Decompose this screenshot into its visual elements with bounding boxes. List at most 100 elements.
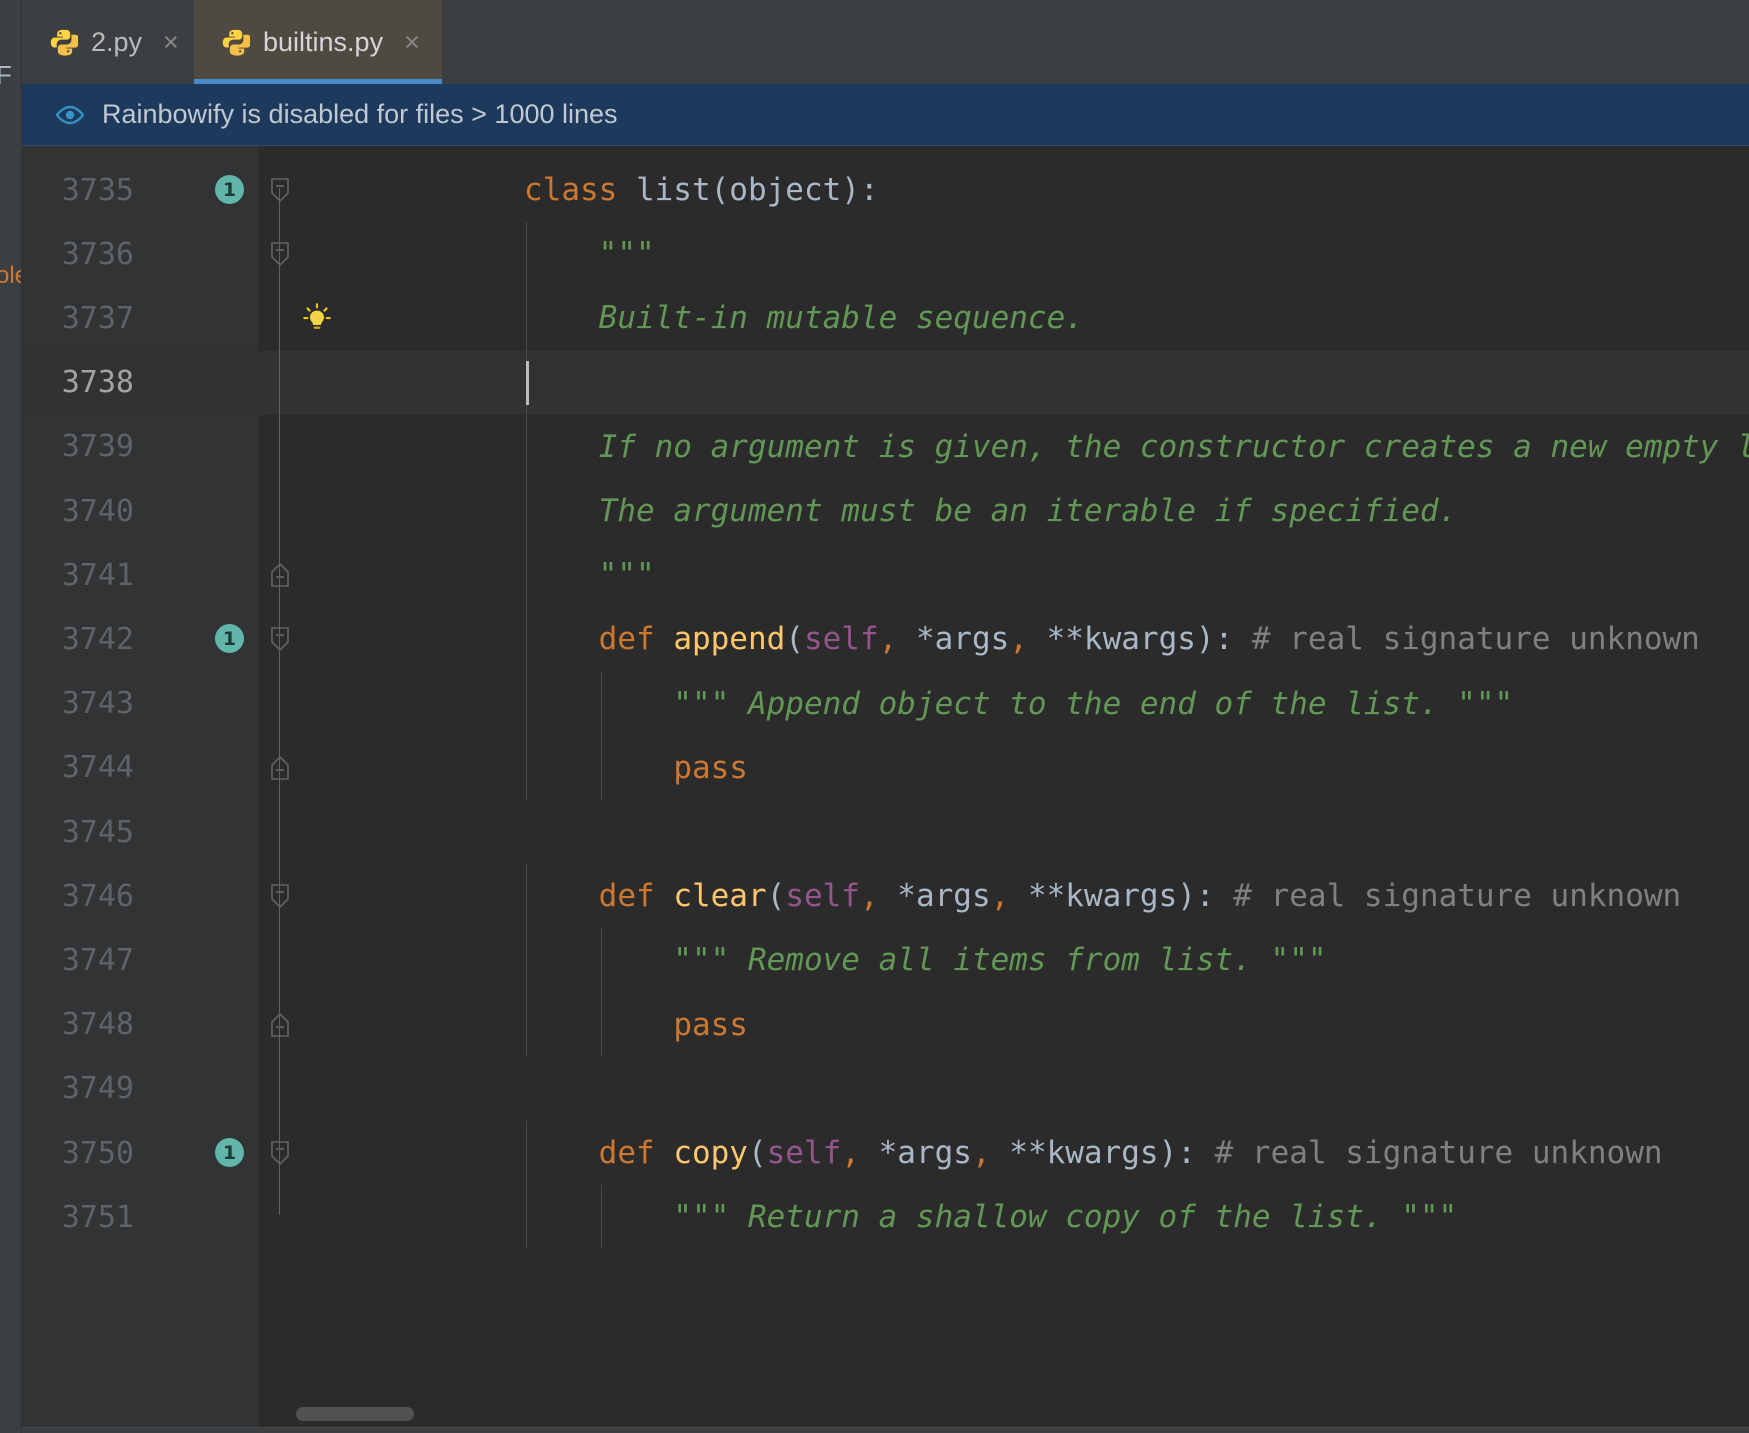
indent-guide	[526, 864, 527, 929]
code-line-row[interactable]	[22, 800, 1749, 864]
sliver-label-ole: ole	[0, 262, 21, 289]
ide-window: F ole 2.py × builtins.py ×	[0, 0, 1749, 1433]
code-token: **kwargs	[1027, 878, 1178, 915]
code-token: # real signature unknown	[1233, 878, 1682, 915]
code-token: (	[766, 878, 786, 915]
code-token: """	[524, 236, 655, 273]
indent-guide	[526, 928, 527, 993]
code-token: self	[785, 878, 860, 915]
line-number: 3740	[61, 493, 134, 529]
indent-guide	[601, 992, 602, 1057]
horizontal-scrollbar-thumb[interactable]	[296, 1407, 414, 1421]
code-line-text: class list(object):	[524, 158, 879, 222]
code-token: """	[524, 557, 655, 594]
line-number: 3741	[61, 557, 134, 593]
code-line-text: pass	[524, 736, 748, 800]
code-fold-marker-end[interactable]	[266, 543, 294, 607]
indent-guide	[526, 992, 527, 1057]
horizontal-scrollbar[interactable]	[258, 1403, 1749, 1425]
indent-guide	[526, 607, 527, 672]
line-number: 3738	[61, 365, 134, 401]
python-file-icon	[48, 27, 78, 57]
tab-builtinspy[interactable]: builtins.py ×	[194, 0, 442, 84]
line-number: 3743	[61, 686, 134, 722]
code-token: # real signature unknown	[1214, 1135, 1663, 1172]
code-fold-marker-mid[interactable]	[266, 222, 294, 286]
indent-guide	[526, 479, 527, 544]
indent-guide	[526, 735, 527, 800]
fold-region-line	[279, 1151, 280, 1216]
code-token: pass	[673, 1006, 748, 1043]
line-number: 3745	[61, 814, 134, 850]
code-token: *args	[915, 621, 1010, 658]
code-token: **kwargs	[1046, 621, 1196, 658]
code-token: append	[673, 621, 786, 658]
code-token: *args	[878, 1135, 972, 1172]
code-token: self	[766, 1135, 842, 1172]
rainbowify-notification-banner[interactable]: Rainbowify is disabled for files > 1000 …	[22, 84, 1749, 146]
code-line-text: If no argument is given, the constructor…	[524, 415, 1749, 479]
code-editor[interactable]: class list(object): """ Built-in mutable…	[22, 146, 1749, 1433]
code-token: self	[803, 621, 879, 658]
gutter-run-badge[interactable]: 1	[215, 1138, 244, 1167]
code-token: # real signature unknown	[1251, 621, 1700, 658]
editor-tab-bar: 2.py × builtins.py ×	[22, 0, 1749, 84]
tab-label: builtins.py	[263, 26, 384, 57]
line-number: 3746	[61, 878, 134, 914]
code-token: ,	[971, 1135, 1010, 1172]
code-token: ):	[1158, 1135, 1215, 1172]
code-token: Built-in mutable sequence.	[524, 300, 1084, 337]
indent-guide	[601, 1185, 602, 1250]
code-fold-marker-open[interactable]	[266, 864, 294, 928]
sliver-label-f: F	[0, 60, 12, 91]
code-token: **kwargs	[1009, 1135, 1159, 1172]
text-caret	[526, 360, 529, 405]
code-line-text: pass	[524, 993, 748, 1057]
tab-2py[interactable]: 2.py ×	[22, 0, 201, 84]
code-token: ):	[1195, 621, 1252, 658]
code-line-text: def append(self, *args, **kwargs): # rea…	[524, 607, 1700, 671]
code-fold-marker-open[interactable]	[266, 158, 294, 222]
code-token: """ Return a shallow copy of the list. "…	[524, 1199, 1458, 1236]
eye-icon	[54, 99, 86, 131]
fold-region-line	[279, 252, 280, 574]
line-number: 3736	[61, 236, 134, 272]
indent-guide	[601, 928, 602, 993]
line-number: 3742	[61, 621, 134, 657]
indent-guide	[526, 414, 527, 479]
code-token: def	[598, 621, 674, 658]
code-line-text	[524, 351, 599, 415]
tab-close-icon[interactable]: ×	[155, 28, 179, 56]
code-token: pass	[673, 749, 748, 786]
line-number: 3739	[61, 429, 134, 465]
code-token: def	[598, 1135, 674, 1172]
line-number: 3744	[61, 750, 134, 786]
tab-close-icon[interactable]: ×	[396, 28, 420, 56]
code-content-area[interactable]: class list(object): """ Built-in mutable…	[22, 146, 1749, 1433]
gutter-run-badge[interactable]: 1	[215, 175, 244, 204]
code-token: clear	[673, 878, 767, 915]
code-line-text: """ Remove all items from list. """	[524, 928, 1326, 992]
line-number: 3750	[61, 1135, 134, 1171]
code-line-text: """ Return a shallow copy of the list. "…	[524, 1185, 1457, 1249]
code-line-row[interactable]	[22, 350, 1749, 415]
code-fold-marker-open[interactable]	[266, 1121, 294, 1185]
code-token: ,	[859, 878, 898, 915]
notification-text: Rainbowify is disabled for files > 1000 …	[102, 99, 618, 129]
code-line-row[interactable]	[22, 1057, 1749, 1121]
code-fold-marker-end[interactable]	[266, 736, 294, 800]
tab-label: 2.py	[91, 26, 143, 57]
code-token: class	[524, 172, 636, 209]
code-fold-marker-end[interactable]	[266, 993, 294, 1057]
code-fold-marker-open[interactable]	[266, 607, 294, 671]
left-tool-window-sliver[interactable]: F ole	[0, 0, 22, 1433]
indent-guide	[526, 1121, 527, 1186]
code-line-text: The argument must be an iterable if spec…	[524, 479, 1458, 543]
intention-lightbulb-icon[interactable]	[300, 301, 334, 335]
code-token: """ Append object to the end of the list…	[524, 685, 1514, 722]
